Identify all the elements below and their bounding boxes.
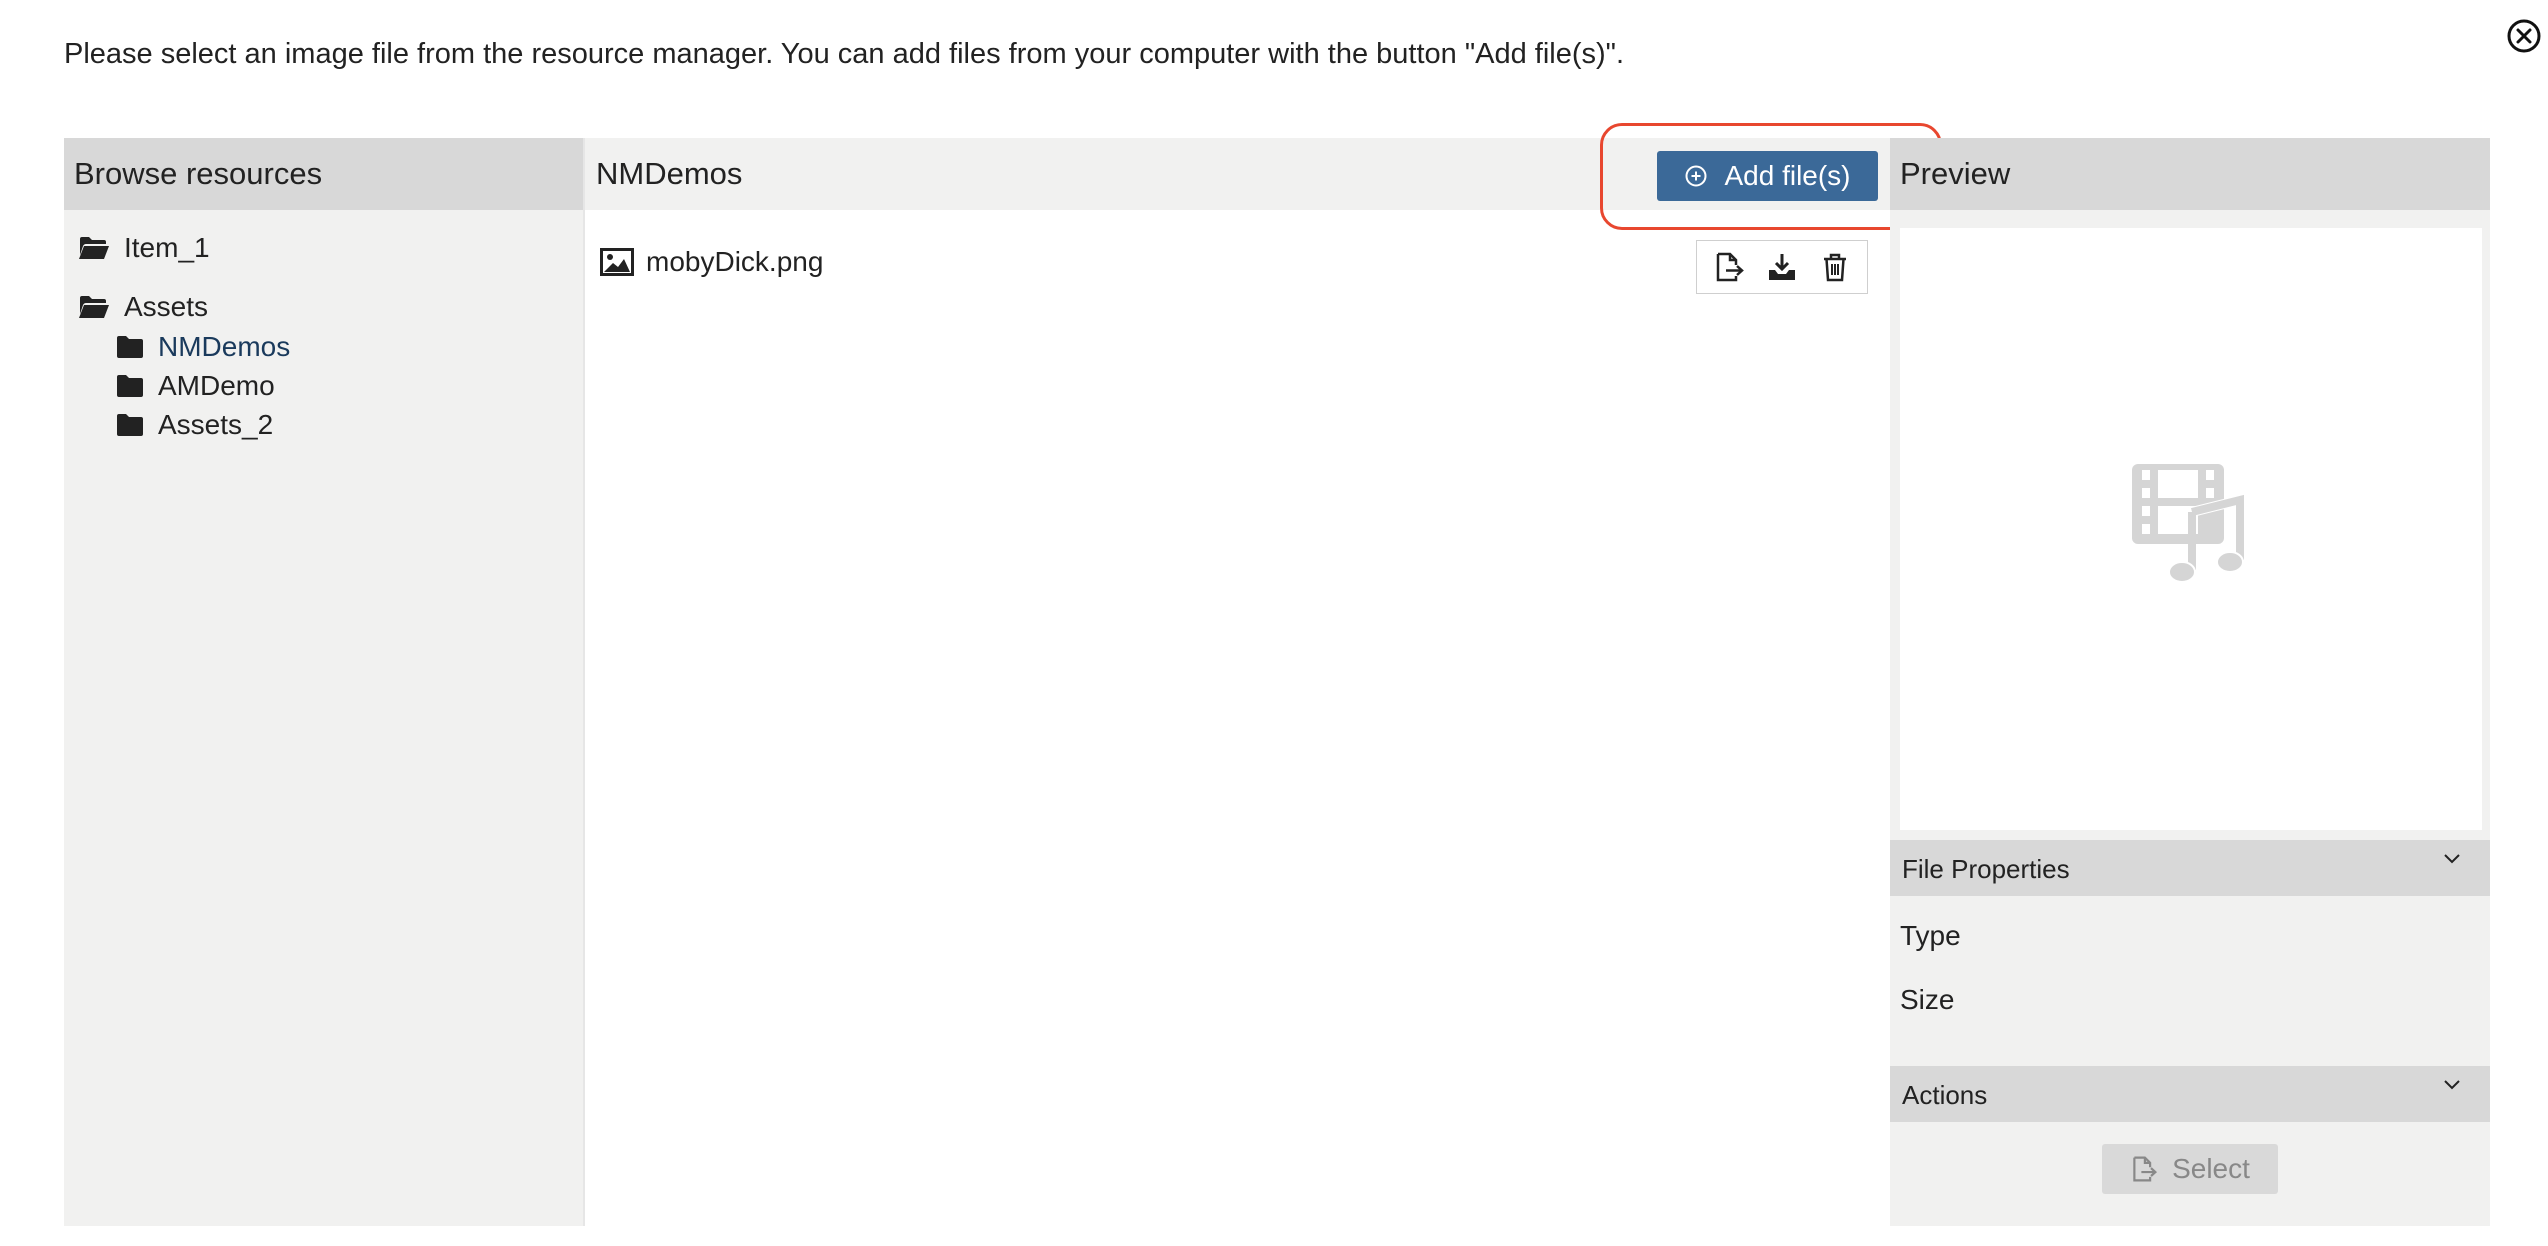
file-actions-group xyxy=(1696,240,1868,294)
file-properties-title: File Properties xyxy=(1902,854,2070,884)
preview-area xyxy=(1900,228,2482,830)
trash-icon xyxy=(1823,253,1846,282)
file-list-panel xyxy=(584,138,1890,1226)
chevron-down-icon[interactable] xyxy=(2442,852,2462,866)
export-icon xyxy=(1717,252,1745,282)
folder-open-icon xyxy=(79,296,109,318)
close-button[interactable] xyxy=(2504,16,2544,56)
tree-item-label: Item_1 xyxy=(124,232,210,263)
download-icon xyxy=(1768,254,1795,280)
file-item-mobydick[interactable]: mobyDick.png xyxy=(600,246,823,278)
select-label: Select xyxy=(2172,1153,2250,1184)
download-button[interactable] xyxy=(1764,249,1800,285)
tree-item-nmdemos[interactable]: NMDemos xyxy=(116,331,290,363)
folder-open-icon xyxy=(79,237,109,259)
browse-resources-title: Browse resources xyxy=(74,156,323,191)
media-placeholder-icon xyxy=(2132,464,2245,583)
property-type-label: Type xyxy=(1900,920,1961,951)
select-button[interactable]: Select xyxy=(2102,1144,2278,1194)
tree-item-assets[interactable]: Assets xyxy=(78,291,208,323)
folder-icon xyxy=(117,375,143,397)
folder-icon xyxy=(117,414,143,436)
property-size-label: Size xyxy=(1900,984,1955,1015)
tree-item-assets-2[interactable]: Assets_2 xyxy=(116,409,273,441)
tree-item-label: Assets_2 xyxy=(158,409,274,440)
panel-divider xyxy=(583,138,585,1226)
export-button[interactable] xyxy=(1711,249,1747,285)
tree-item-amdemo[interactable]: AMDemo xyxy=(116,370,275,402)
tree-item-label: AMDemo xyxy=(158,370,275,401)
preview-title: Preview xyxy=(1900,156,2011,191)
actions-title: Actions xyxy=(1902,1080,1988,1110)
image-icon xyxy=(600,248,634,276)
instruction-text: Please select an image file from the res… xyxy=(64,38,1625,70)
export-icon xyxy=(2133,1156,2158,1182)
tree-item-label: NMDemos xyxy=(158,331,291,362)
chevron-down-icon[interactable] xyxy=(2442,1078,2462,1092)
close-circle-icon xyxy=(2507,19,2541,53)
tree-item-label: Assets xyxy=(124,291,209,322)
tree-item-item-1[interactable]: Item_1 xyxy=(78,232,210,264)
delete-button[interactable] xyxy=(1817,249,1853,285)
file-name: mobyDick.png xyxy=(646,246,824,277)
current-folder-title: NMDemos xyxy=(596,156,743,191)
folder-icon xyxy=(117,336,143,358)
